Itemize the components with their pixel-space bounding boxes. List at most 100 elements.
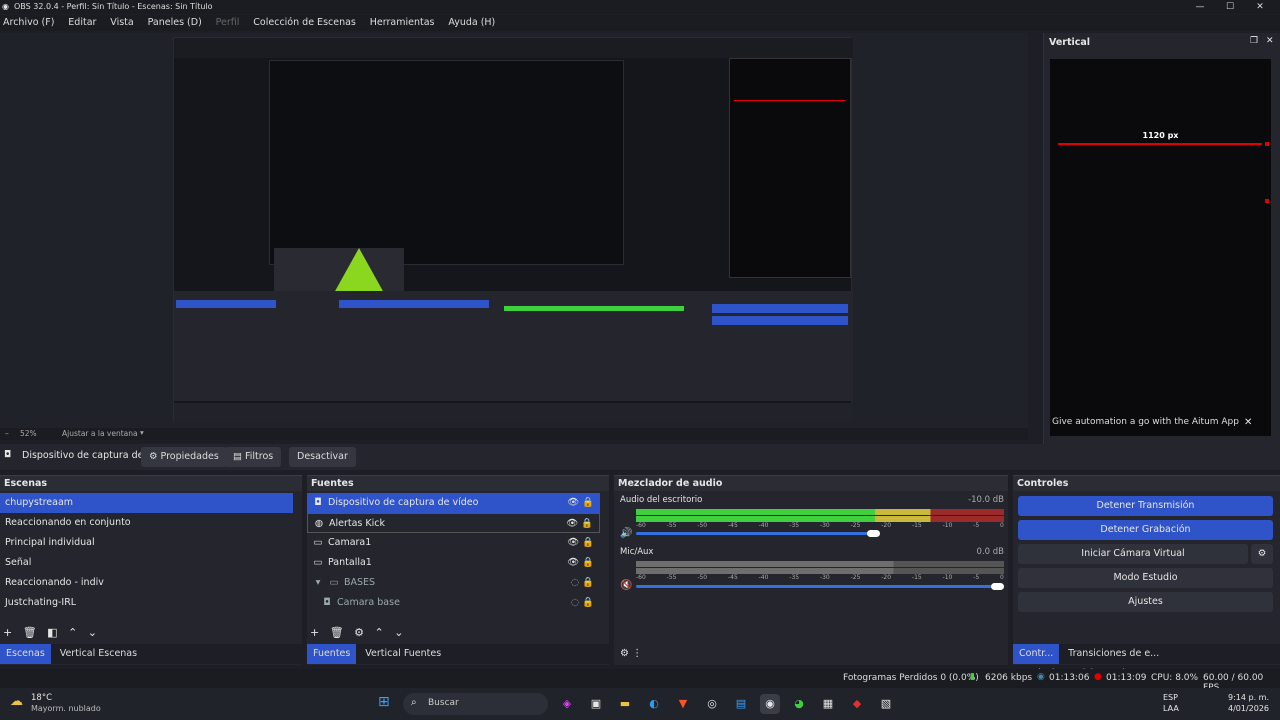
menu-view[interactable]: Vista: [107, 15, 133, 28]
clock-date[interactable]: 4/01/2026: [1228, 704, 1269, 713]
scene-item[interactable]: Reaccionando - indiv: [0, 573, 293, 593]
notepad-icon[interactable]: ▦: [818, 694, 838, 714]
stop-recording-button[interactable]: Detener Grabación: [1018, 520, 1273, 540]
signal-icon: ▮: [970, 672, 975, 682]
vertical-dock: Vertical ❐ ✕ 1120 px Give automation a g…: [1043, 33, 1280, 469]
gear-icon[interactable]: ⚙: [1251, 544, 1273, 564]
float-icon[interactable]: ❐: [1250, 36, 1258, 46]
vertical-preview[interactable]: 1120 px: [1050, 59, 1271, 436]
mic-volume-slider[interactable]: [636, 585, 1004, 588]
start-icon[interactable]: ⊞: [378, 694, 390, 710]
source-item[interactable]: ◘ Camara base ◌ 🔒: [307, 593, 600, 613]
copilot-icon[interactable]: ◈: [557, 694, 577, 714]
slider-knob[interactable]: [867, 530, 880, 537]
channel-name: Mic/Aux: [620, 547, 654, 557]
window-icon: ▭: [313, 537, 323, 548]
chevron-down-icon[interactable]: ▾: [312, 573, 324, 593]
obs-logo-icon: ◉: [2, 2, 9, 11]
tab-vertical-scenes[interactable]: Vertical Escenas: [54, 644, 143, 664]
app-icon[interactable]: ◎: [702, 694, 722, 714]
tab-sources[interactable]: Fuentes: [307, 644, 357, 664]
window-icon: ▭: [313, 557, 323, 568]
status-bar: Fotogramas Perdidos 0 (0.0%) ▮ 6206 kbps…: [0, 669, 1280, 693]
sources-tabs: Fuentes Vertical Fuentes: [307, 644, 609, 664]
stop-streaming-button[interactable]: Detener Transmisión: [1018, 496, 1273, 516]
store-icon[interactable]: ▣: [586, 694, 606, 714]
rec-time: 01:13:09: [1106, 673, 1147, 683]
mixer-title: Mezclador de audio: [614, 476, 1008, 491]
dropped-frames: Fotogramas Perdidos 0 (0.0%): [843, 673, 979, 683]
filters-button[interactable]: ▤ Filtros: [225, 447, 282, 467]
zoom-mode[interactable]: Ajustar a la ventana: [62, 429, 138, 438]
menu-tools[interactable]: Herramientas: [367, 15, 435, 28]
channel-name: Audio del escritorio: [620, 495, 703, 505]
app2-icon[interactable]: ▤: [731, 694, 751, 714]
tab-vertical-sources[interactable]: Vertical Fuentes: [359, 644, 447, 664]
menu-profile[interactable]: Perfil: [213, 15, 240, 28]
mute-icon[interactable]: 🔇: [620, 580, 632, 591]
controls-title: Controles: [1013, 476, 1280, 491]
zoom-level[interactable]: 52%: [20, 429, 37, 438]
lang[interactable]: ESP: [1163, 693, 1178, 702]
edge-icon[interactable]: ◐: [644, 694, 664, 714]
studio-mode-button[interactable]: Modo Estudio: [1018, 568, 1273, 588]
deactivate-button[interactable]: Desactivar: [289, 447, 356, 467]
obs-icon[interactable]: ◉: [760, 694, 780, 714]
settings-button[interactable]: Ajustes: [1018, 592, 1273, 612]
source-item[interactable]: ◍ Alertas Kick 👁 🔒: [307, 513, 600, 533]
slider-knob[interactable]: [991, 583, 1004, 590]
window-title: OBS 32.0.4 - Perfil: Sin Título - Escena…: [14, 2, 213, 11]
menu-help[interactable]: Ayuda (H): [445, 15, 495, 28]
taskbar-search[interactable]: ⌕ Buscar: [403, 693, 548, 715]
source-item[interactable]: ◘ Dispositivo de captura de vídeo 👁 🔒: [307, 493, 600, 513]
close-button[interactable]: ✕: [1245, 0, 1275, 14]
speaker-icon[interactable]: 🔊: [620, 528, 632, 539]
scene-item[interactable]: Reaccionando en conjunto: [0, 513, 293, 533]
source-item[interactable]: ▭ Camara1 👁 🔒: [307, 533, 600, 553]
chevron-down-icon[interactable]: ▾: [140, 428, 144, 437]
app3-icon[interactable]: ◆: [847, 694, 867, 714]
maximize-button[interactable]: ☐: [1215, 0, 1245, 14]
menu-file[interactable]: Archivo (F): [0, 15, 54, 28]
guide-line: [1058, 143, 1262, 145]
source-item[interactable]: ▭ Pantalla1 👁 🔒: [307, 553, 600, 573]
desktop-volume-slider[interactable]: [636, 532, 876, 535]
brave-icon[interactable]: ▼: [673, 694, 693, 714]
minimize-button[interactable]: —: [1185, 0, 1215, 14]
scene-item[interactable]: Justchating-IRL: [0, 593, 293, 613]
mixer-settings-icon[interactable]: ⚙ ⋮: [620, 648, 642, 659]
clock-time[interactable]: 9:14 p. m.: [1228, 693, 1269, 702]
taskbar: ☁ 18°C Mayorm. nublado ⊞ ⌕ Buscar ESP LA…: [0, 688, 1280, 720]
tab-scenes[interactable]: Escenas: [0, 644, 51, 664]
close-note-icon[interactable]: ✕: [1244, 417, 1252, 428]
menu-edit[interactable]: Editar: [65, 15, 96, 28]
bitrate: 6206 kbps: [985, 673, 1033, 683]
camera-icon: ◘: [314, 497, 322, 508]
menu-docks[interactable]: Paneles (D): [145, 15, 202, 28]
tab-controls[interactable]: Contr...: [1013, 644, 1060, 664]
weather-icon[interactable]: ☁: [10, 694, 23, 709]
chrome-icon[interactable]: ◕: [789, 694, 809, 714]
menu-scene-collection[interactable]: Colección de Escenas: [250, 15, 356, 28]
lang2[interactable]: LAA: [1163, 704, 1179, 713]
scene-item[interactable]: Principal individual: [0, 533, 293, 553]
sources-panel: Fuentes ◘ Dispositivo de captura de vídeo…: [307, 475, 609, 665]
logo-icon: [334, 248, 384, 293]
source-actions[interactable]: + 🗑 ⚙ ⌃ ⌄: [310, 626, 403, 639]
folder-icon[interactable]: ▬: [615, 694, 635, 714]
start-virtualcam-button[interactable]: Iniciar Cámara Virtual: [1018, 544, 1248, 564]
title-bar: ◉ OBS 32.0.4 - Perfil: Sin Título - Esce…: [0, 0, 1280, 14]
tab-transitions[interactable]: Transiciones de e...: [1062, 644, 1165, 664]
globe-icon: ◍: [314, 518, 324, 529]
scene-actions[interactable]: + 🗑 ◧ ⌃ ⌄: [3, 626, 97, 639]
app4-icon[interactable]: ▧: [876, 694, 896, 714]
scene-item[interactable]: Señal: [0, 553, 293, 573]
weather-temp: 18°C: [31, 693, 53, 703]
source-group[interactable]: ▾ ▭ BASES ◌ 🔒: [307, 573, 600, 593]
camera-icon: ◘: [323, 597, 331, 608]
preview-mirror-capture: [173, 37, 853, 421]
search-icon: ⌕: [411, 697, 417, 708]
close-icon[interactable]: ✕: [1266, 36, 1274, 46]
scene-item[interactable]: chupystreaam: [0, 493, 293, 513]
properties-button[interactable]: ⚙ Propiedades: [141, 447, 227, 467]
